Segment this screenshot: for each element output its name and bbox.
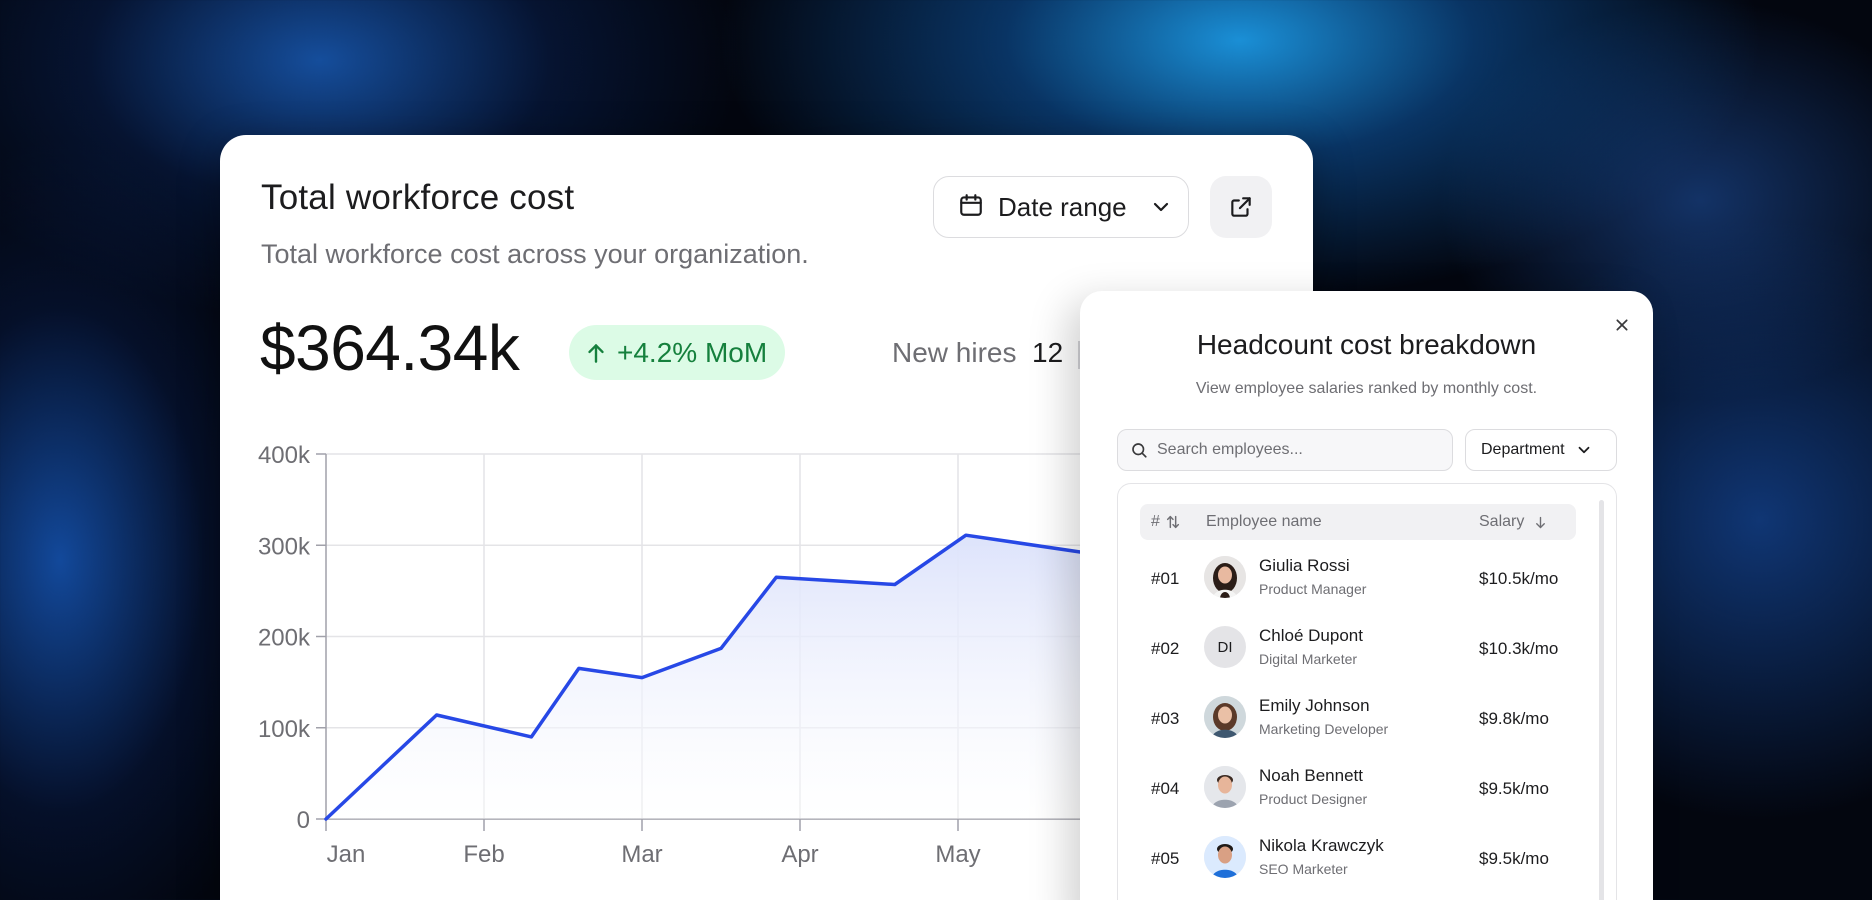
- row-rank: #04: [1151, 779, 1180, 798]
- table-row[interactable]: #01 Giulia Rossi Product Manager $10.5k/…: [1140, 547, 1576, 611]
- search-icon: [1130, 441, 1148, 459]
- salary-column-header[interactable]: Salary: [1479, 513, 1548, 531]
- series-area: [326, 535, 1085, 819]
- employee-role: Marketing Developer: [1259, 721, 1389, 737]
- employee-salary: $10.3k/mo: [1479, 639, 1559, 658]
- avatar: [1204, 766, 1246, 808]
- avatar: [1204, 696, 1246, 738]
- salary-column-label: Salary: [1479, 513, 1525, 530]
- rank-column-label: #: [1151, 513, 1160, 530]
- search-input[interactable]: [1157, 441, 1437, 459]
- table-header: # Employee name Salary: [1140, 504, 1576, 540]
- panel-title: Headcount cost breakdown: [1196, 329, 1537, 360]
- rank-column-header[interactable]: #: [1151, 513, 1181, 531]
- y-tick-label: 200k: [258, 625, 311, 652]
- department-filter[interactable]: Department: [1465, 429, 1617, 471]
- x-tick-label: Feb: [463, 841, 504, 868]
- x-tick-label: Mar: [621, 841, 662, 868]
- employee-name: Noah Bennett: [1259, 766, 1363, 785]
- y-tick-label: 100k: [258, 716, 311, 743]
- x-tick-label: Jan: [327, 841, 366, 868]
- headcount-breakdown-panel: Headcount cost breakdown View employee s…: [1080, 291, 1653, 900]
- x-tick-label: Apr: [781, 841, 818, 868]
- y-tick-label: 0: [297, 807, 310, 834]
- table-row[interactable]: #03 Emily Johnson Marketing Developer $9…: [1140, 687, 1576, 751]
- row-rank: #02: [1151, 639, 1180, 658]
- chevron-down-icon: [1575, 441, 1593, 459]
- employee-salary: $10.5k/mo: [1479, 569, 1559, 588]
- table-row[interactable]: #04 Noah Bennett Product Designer $9.5k/…: [1140, 757, 1576, 821]
- arrow-down-icon: [1533, 515, 1548, 530]
- row-rank: #03: [1151, 709, 1180, 728]
- avatar: DI: [1204, 626, 1246, 668]
- panel-subtitle: View employee salaries ranked by monthly…: [1195, 380, 1538, 397]
- employee-name: Giulia Rossi: [1259, 556, 1350, 575]
- employee-salary: $9.8k/mo: [1479, 709, 1549, 728]
- row-rank: #01: [1151, 569, 1180, 588]
- table-row[interactable]: #05 Nikola Krawczyk SEO Marketer $9.5k/m…: [1140, 827, 1576, 891]
- name-column-label: Employee name: [1206, 513, 1322, 530]
- employee-role: Digital Marketer: [1259, 651, 1358, 667]
- y-tick-label: 300k: [258, 533, 311, 560]
- employee-table: # Employee name Salary #01 Giulia Rossi …: [1117, 483, 1617, 900]
- employee-role: Product Manager: [1259, 581, 1367, 597]
- employee-salary: $9.5k/mo: [1479, 849, 1549, 868]
- avatar: [1204, 836, 1246, 878]
- department-label: Department: [1481, 441, 1565, 458]
- sort-icon: [1165, 514, 1181, 530]
- search-field[interactable]: [1117, 429, 1453, 471]
- employee-role: SEO Marketer: [1259, 861, 1348, 877]
- avatar: [1204, 556, 1246, 598]
- table-row[interactable]: #02 DI Chloé Dupont Digital Marketer $10…: [1140, 617, 1576, 681]
- employee-role: Product Designer: [1259, 791, 1368, 807]
- row-rank: #05: [1151, 849, 1180, 868]
- table-scrollbar[interactable]: [1599, 500, 1604, 900]
- name-column-header[interactable]: Employee name: [1206, 513, 1322, 531]
- employee-name: Emily Johnson: [1259, 696, 1370, 715]
- y-tick-label: 400k: [258, 442, 311, 469]
- employee-name: Nikola Krawczyk: [1259, 836, 1384, 855]
- x-tick-label: May: [935, 841, 980, 868]
- employee-salary: $9.5k/mo: [1479, 779, 1549, 798]
- avatar-initials: DI: [1217, 638, 1233, 656]
- employee-name: Chloé Dupont: [1259, 626, 1363, 645]
